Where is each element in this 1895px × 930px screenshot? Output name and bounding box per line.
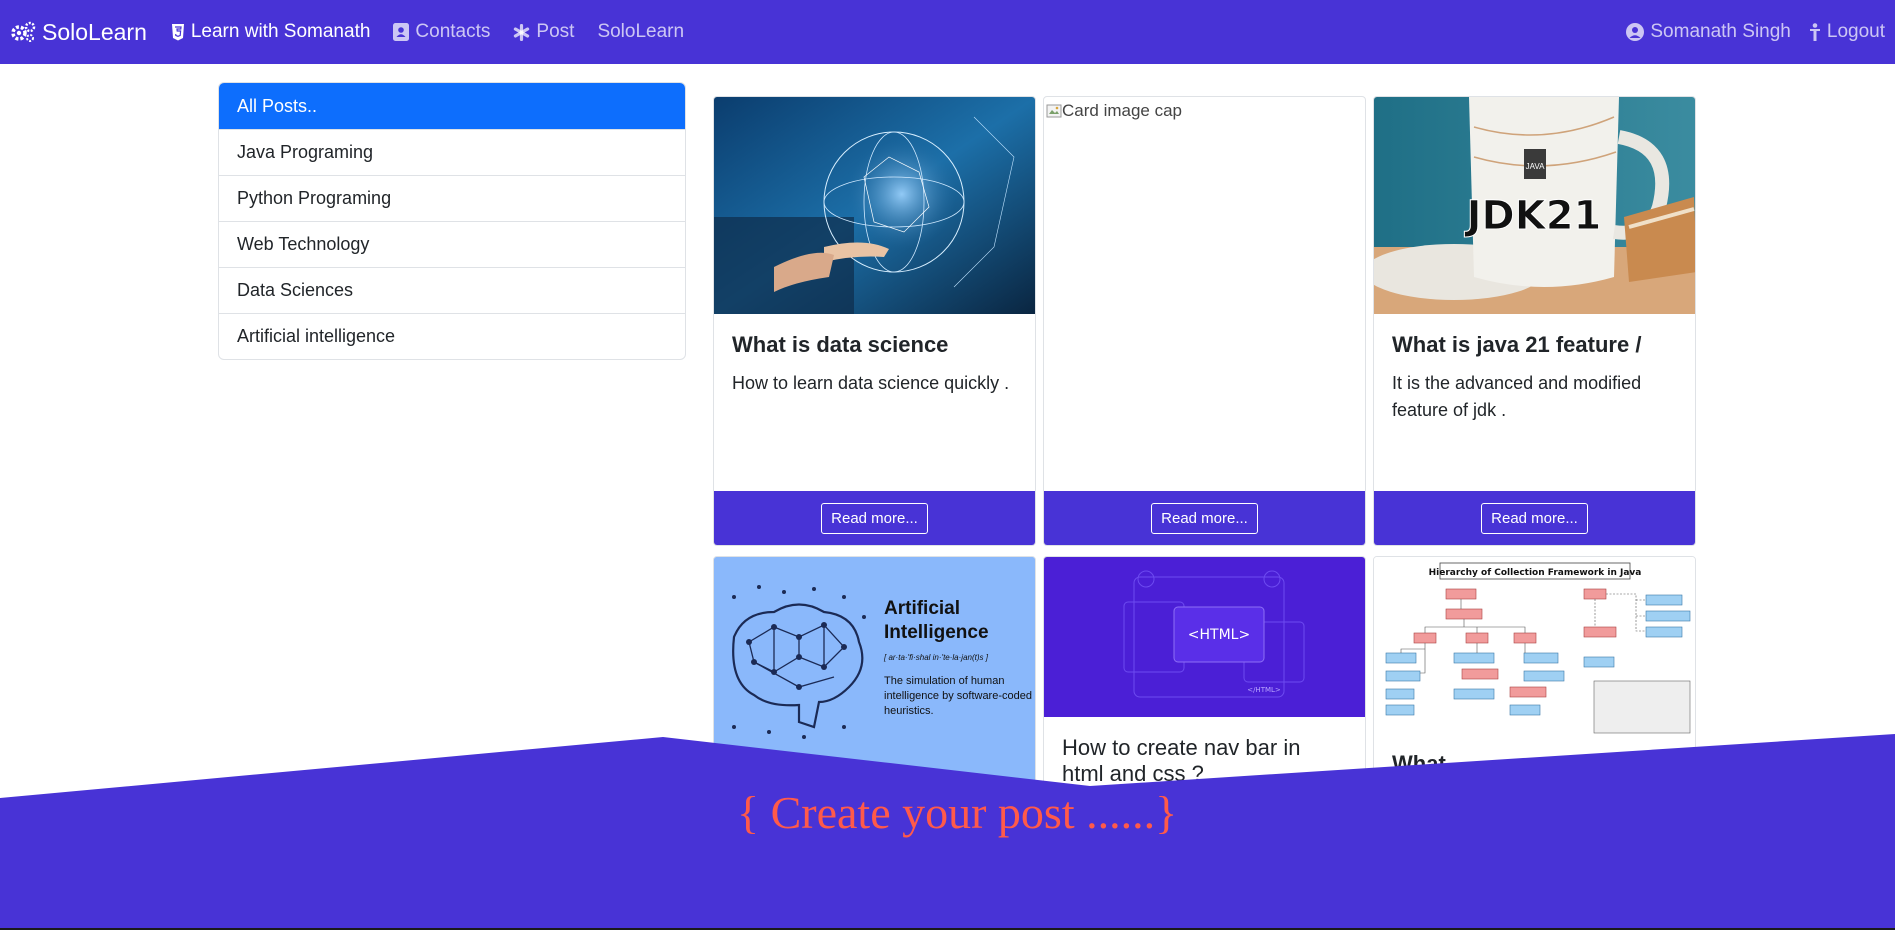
card-title: What is java 21 feature /: [1392, 332, 1642, 357]
logout-label: Logout: [1826, 21, 1885, 42]
category-web-technology[interactable]: Web Technology: [219, 221, 685, 267]
ai-image-text: Artificial Intelligence [ ar·ta·'fi·shal…: [884, 597, 1034, 719]
ai-image-phonetic: [ ar·ta·'fi·shal in·'te·la·jan(t)s ]: [884, 653, 988, 662]
nav-learn-label: Learn with Somanath: [190, 21, 371, 42]
category-label: Java Programing: [237, 142, 374, 162]
card-title: What is data science: [732, 332, 949, 357]
image-caption: JDK21: [1464, 193, 1602, 239]
category-all-posts[interactable]: All Posts..: [219, 83, 685, 129]
category-label: Python Programing: [237, 188, 392, 208]
read-more-button[interactable]: Read more...: [1481, 502, 1588, 534]
broken-image-icon: [1046, 104, 1062, 118]
image-alt-text: Card image cap: [1062, 101, 1183, 120]
diagram-heading: Hierarchy of Collection Framework in Jav…: [1429, 568, 1642, 578]
nav-sololearn-label: SoloLearn: [597, 21, 685, 42]
globe-network-image: [714, 97, 1035, 314]
cup-label: JAVA: [1526, 162, 1545, 171]
card-image-broken: Card image cap: [1044, 97, 1365, 121]
ai-image-description: The simulation of human intelligence by …: [884, 675, 1032, 717]
nav-contacts-link[interactable]: Contacts: [393, 21, 490, 43]
coffee-cup-image: JAVA JDK21: [1374, 97, 1695, 314]
contact-book-icon: [393, 23, 410, 41]
card-text: It is the advanced and modified feature …: [1392, 373, 1642, 421]
gears-icon: [11, 21, 36, 42]
card-image: JAVA JDK21: [1374, 97, 1695, 314]
read-more-button[interactable]: Read more...: [1151, 502, 1258, 534]
card-text: How to learn data science quickly .: [732, 373, 1010, 394]
user-profile-link[interactable]: Somanath Singh: [1626, 21, 1791, 43]
nav-post-link[interactable]: Post: [513, 21, 574, 43]
card-image: <HTML> </HTML>: [1044, 557, 1365, 717]
html-tag-label: <HTML>: [1188, 627, 1250, 643]
logout-link[interactable]: Logout: [1809, 21, 1885, 43]
html-tag-small-label: </HTML>: [1247, 686, 1281, 694]
card-body: What is java 21 feature / It is the adva…: [1374, 314, 1695, 442]
category-data-sciences[interactable]: Data Sciences: [219, 267, 685, 313]
card-image: Hierarchy of Collection Framework in Jav…: [1374, 557, 1695, 737]
card-image: [714, 97, 1035, 314]
asterisk-icon: [514, 23, 530, 41]
html-illustration-image: <HTML> </HTML>: [1044, 557, 1365, 717]
post-card: What is data science How to learn data s…: [713, 96, 1036, 546]
collection-diagram-image: Hierarchy of Collection Framework in Jav…: [1374, 557, 1695, 737]
top-navbar: SoloLearn Learn with Somanath Contacts P…: [0, 0, 1895, 64]
post-card: JAVA JDK21 What is java 21 feature / It …: [1373, 96, 1696, 546]
category-python[interactable]: Python Programing: [219, 175, 685, 221]
category-ai[interactable]: Artificial intelligence: [219, 313, 685, 359]
category-java[interactable]: Java Programing: [219, 129, 685, 175]
post-card: Card image cap Read more...: [1043, 96, 1366, 546]
category-list: All Posts.. Java Programing Python Progr…: [218, 82, 686, 360]
category-label: Web Technology: [237, 234, 370, 254]
user-name: Somanath Singh: [1650, 21, 1791, 42]
read-more-button[interactable]: Read more...: [821, 502, 928, 534]
person-walking-icon: [1809, 23, 1820, 41]
user-circle-icon: [1626, 23, 1645, 41]
brand-link[interactable]: SoloLearn: [10, 19, 147, 46]
card-footer: Read more...: [714, 491, 1035, 545]
card-footer: Read more...: [1374, 491, 1695, 545]
category-label: Artificial intelligence: [237, 326, 396, 346]
nav-right-group: Somanath Singh Logout: [1608, 21, 1885, 43]
card-body: What is data science How to learn data s…: [714, 314, 1035, 415]
category-label: Data Sciences: [237, 280, 354, 300]
nav-contacts-label: Contacts: [415, 21, 491, 42]
category-label: All Posts..: [237, 95, 318, 116]
ai-image-heading: Artificial Intelligence: [884, 598, 989, 643]
brand-label: SoloLearn: [42, 18, 147, 45]
create-post-link[interactable]: { Create your post ......}: [737, 786, 1177, 839]
card-footer: Read more...: [1044, 491, 1365, 545]
nav-learn-link[interactable]: Learn with Somanath: [171, 21, 371, 43]
html5-icon: [171, 23, 184, 40]
nav-sololearn-link[interactable]: SoloLearn: [597, 21, 684, 43]
nav-post-label: Post: [536, 21, 575, 42]
